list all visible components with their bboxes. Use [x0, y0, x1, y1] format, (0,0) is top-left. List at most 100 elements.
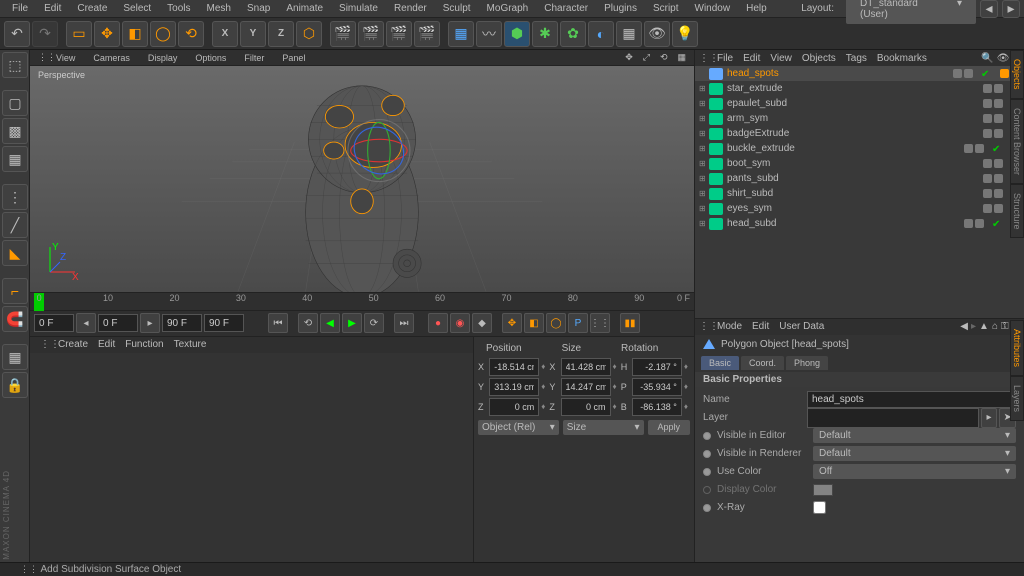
pos-y-field[interactable]	[489, 378, 539, 396]
vp-nav2-icon[interactable]: ⤢	[639, 51, 654, 64]
object-row-shirt_subd[interactable]: ⊞ shirt_subd ✔	[695, 186, 1024, 201]
layer-picker-icon[interactable]: ▸	[981, 408, 998, 428]
nav-home-icon[interactable]: ⌂	[992, 321, 998, 332]
pos-x-field[interactable]	[489, 358, 539, 376]
play-button[interactable]: ▶	[342, 313, 362, 333]
snap-button[interactable]: 🧲	[2, 306, 28, 332]
key-pla-button[interactable]: ⋮⋮	[590, 313, 610, 333]
eye-icon[interactable]: 👁	[997, 53, 1010, 64]
mat-texture[interactable]: Texture	[174, 339, 207, 350]
menu-animate[interactable]: Animate	[278, 1, 331, 16]
range-end-field[interactable]	[162, 314, 202, 332]
vis-render-radio[interactable]	[703, 450, 711, 458]
timeline[interactable]: 0 10 20 30 40 50 60 70 80 90 0 F	[30, 292, 694, 310]
object-row-arm_sym[interactable]: ⊞ arm_sym ✔	[695, 111, 1024, 126]
camera-button[interactable]: ▦	[616, 21, 642, 47]
vis-editor-dot[interactable]	[964, 219, 973, 228]
vis-render-dot[interactable]	[994, 159, 1003, 168]
key-scale-button[interactable]: ◧	[524, 313, 544, 333]
vis-editor-dot[interactable]	[983, 189, 992, 198]
cube-primitive-button[interactable]: ▦	[448, 21, 474, 47]
play-back-button[interactable]: ◀	[320, 313, 340, 333]
array-button[interactable]: ✱	[532, 21, 558, 47]
menu-snap[interactable]: Snap	[239, 1, 278, 16]
attr-tab-coord[interactable]: Coord.	[741, 356, 784, 370]
obj-view[interactable]: View	[770, 53, 792, 64]
attr-visrn-dropdown[interactable]: Default▾	[813, 446, 1016, 461]
enable-check-icon[interactable]: ✔	[992, 219, 1001, 228]
vis-editor-dot[interactable]	[964, 144, 973, 153]
vis-editor-radio[interactable]	[703, 432, 711, 440]
vis-editor-dot[interactable]	[983, 84, 992, 93]
rot-h-field[interactable]	[632, 358, 682, 376]
xray-checkbox[interactable]	[813, 501, 826, 514]
vis-editor-dot[interactable]	[983, 204, 992, 213]
next-key-button[interactable]: ⟳	[364, 313, 384, 333]
lock-workplane-button[interactable]: 🔒	[2, 372, 28, 398]
key-param-button[interactable]: P	[568, 313, 588, 333]
rot-b-field[interactable]	[632, 398, 682, 416]
object-row-badgeExtrude[interactable]: ⊞ badgeExtrude ✔	[695, 126, 1024, 141]
attr-vised-dropdown[interactable]: Default▾	[813, 428, 1016, 443]
vis-render-dot[interactable]	[994, 84, 1003, 93]
model-mode-button[interactable]: ▢	[2, 90, 28, 116]
spline-button[interactable]: 〰	[476, 21, 502, 47]
obj-objects[interactable]: Objects	[802, 53, 836, 64]
side-tab-objects[interactable]: Objects	[1010, 50, 1024, 99]
expand-icon[interactable]: ⊞	[699, 84, 709, 93]
vp-cameras[interactable]: Cameras	[89, 52, 134, 64]
mat-edit[interactable]: Edit	[98, 339, 115, 350]
size-x-field[interactable]	[561, 358, 611, 376]
search-icon[interactable]: 🔍	[981, 53, 993, 64]
obj-bookmarks[interactable]: Bookmarks	[877, 53, 927, 64]
menu-tools[interactable]: Tools	[159, 1, 198, 16]
vp-filter[interactable]: Filter	[240, 52, 268, 64]
xray-radio[interactable]	[703, 504, 711, 512]
vp-nav3-icon[interactable]: ⟲	[656, 51, 672, 64]
menu-sculpt[interactable]: Sculpt	[435, 1, 479, 16]
menu-edit[interactable]: Edit	[36, 1, 69, 16]
menu-select[interactable]: Select	[115, 1, 159, 16]
expand-icon[interactable]: ⊞	[699, 174, 709, 183]
vp-options[interactable]: Options	[191, 52, 230, 64]
coord-system-button[interactable]: ⬡	[296, 21, 322, 47]
vis-render-dot[interactable]	[975, 144, 984, 153]
record-settings-button[interactable]: ▮▮	[620, 313, 640, 333]
attr-userdata[interactable]: User Data	[779, 321, 824, 332]
menu-plugins[interactable]: Plugins	[596, 1, 645, 16]
coord-size-dropdown[interactable]: Size▾	[563, 420, 644, 435]
workplane-button[interactable]: ▦	[2, 344, 28, 370]
menu-mograph[interactable]: MoGraph	[479, 1, 537, 16]
vis-editor-dot[interactable]	[983, 174, 992, 183]
vis-render-dot[interactable]	[994, 114, 1003, 123]
attr-usecolor-dropdown[interactable]: Off▾	[813, 464, 1016, 479]
object-row-eyes_sym[interactable]: ⊞ eyes_sym ✔	[695, 201, 1024, 216]
current-frame-field[interactable]	[98, 314, 138, 332]
sel-tag-icon[interactable]	[1000, 69, 1009, 78]
expand-icon[interactable]: ⊞	[699, 189, 709, 198]
object-row-star_extrude[interactable]: ⊞ star_extrude ✔	[695, 81, 1024, 96]
vis-editor-dot[interactable]	[983, 159, 992, 168]
autokey-button[interactable]: ◉	[450, 313, 470, 333]
nav-up-icon[interactable]: ▲	[979, 321, 989, 332]
lock-y-button[interactable]: Y	[240, 21, 266, 47]
scale-tool[interactable]: ◧	[122, 21, 148, 47]
vp-display[interactable]: Display	[144, 52, 182, 64]
menu-simulate[interactable]: Simulate	[331, 1, 386, 16]
pos-z-field[interactable]	[489, 398, 539, 416]
range-prev-icon[interactable]: ◂	[76, 313, 96, 333]
vis-render-dot[interactable]	[994, 129, 1003, 138]
expand-icon[interactable]: ⊞	[699, 129, 709, 138]
vis-render-dot[interactable]	[994, 99, 1003, 108]
side-tab-attributes[interactable]: Attributes	[1010, 320, 1024, 376]
side-tab-structure[interactable]: Structure	[1010, 184, 1024, 239]
size-y-field[interactable]	[561, 378, 611, 396]
last-tool[interactable]: ⟲	[178, 21, 204, 47]
menu-create[interactable]: Create	[69, 1, 115, 16]
lock-z-button[interactable]: Z	[268, 21, 294, 47]
subdivision-button[interactable]: ⬢	[504, 21, 530, 47]
object-row-buckle_extrude[interactable]: ⊞ buckle_extrude ✔	[695, 141, 1024, 156]
mat-create[interactable]: Create	[58, 339, 88, 350]
layout-prev-icon[interactable]: ◂	[980, 0, 998, 18]
lock-x-button[interactable]: X	[212, 21, 238, 47]
